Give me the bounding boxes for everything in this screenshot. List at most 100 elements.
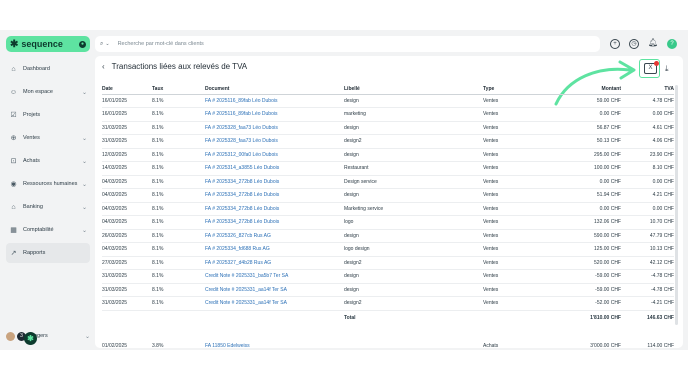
- table-row[interactable]: 01/02/2025 3.8% FA 11850 Edelweiss Achats 3'…: [102, 339, 674, 348]
- search-placeholder: Recherche par mot-clé dans clients: [117, 41, 204, 47]
- search-input[interactable]: ⌕ ⌄ Recherche par mot-clé dans clients: [95, 36, 600, 52]
- cell-taux: 8.1%: [152, 175, 205, 189]
- sidebar-item-projets[interactable]: ☑ Projets: [6, 105, 90, 125]
- brand-menu-icon[interactable]: ●: [79, 40, 86, 48]
- back-arrow-icon[interactable]: ‹: [102, 62, 105, 71]
- table-row[interactable]: 04/03/2025 8.1% FA # 2025334_272b8 Léo Dub…: [102, 215, 674, 230]
- sidebar-item-rapports[interactable]: ↗ Rapports: [6, 243, 90, 263]
- check-square-icon: ☑: [10, 112, 17, 119]
- sidebar-item-banking[interactable]: ⌂ Banking ⌄: [6, 197, 90, 217]
- brand-logo[interactable]: ✱ sequence ●: [6, 36, 90, 52]
- cell-taux: 8.1%: [152, 107, 205, 122]
- cell-montant: 0.00 CHF: [549, 175, 621, 189]
- cell-taux: 8.1%: [152, 121, 205, 135]
- cell-type: Ventes: [483, 148, 549, 162]
- cell-document-link[interactable]: Credit Note # 2025331_aa14f Ter SA: [205, 283, 344, 297]
- cell-document-link[interactable]: FA # 2025116_89fab Léo Dubois: [205, 94, 344, 108]
- cell-tva: 114.00 CHF: [621, 339, 674, 348]
- search-icon: ⌕: [100, 40, 104, 47]
- download-icon[interactable]: ⤓: [665, 64, 669, 74]
- cell-montant: 520.00 CHF: [549, 256, 621, 270]
- sidebar-item-ventes[interactable]: ⊕ Ventes ⌄: [6, 128, 90, 148]
- add-icon[interactable]: +: [610, 39, 620, 49]
- chevron-down-icon[interactable]: ⌄: [105, 41, 109, 47]
- cell-document-link[interactable]: FA # 2025116_89fab Léo Dubois: [205, 107, 344, 122]
- table-row[interactable]: 31/03/2025 8.1% FA # 2025328_faa73 Léo Dub…: [102, 121, 674, 135]
- sidebar-item-label: Dashboard: [23, 66, 50, 72]
- cell-document-link[interactable]: FA # 2025314_a3855 Léo Dubois: [205, 161, 344, 176]
- cell-tva: 4.61 CHF: [621, 121, 674, 135]
- table-row[interactable]: 31/03/2025 8.1% Credit Note # 2025331_ba5b…: [102, 269, 674, 284]
- cell-taux: 8.1%: [152, 269, 205, 284]
- cell-date: 04/03/2025: [102, 242, 152, 257]
- cell-document-link[interactable]: FA # 2025334_272b8 Léo Dubois: [205, 202, 344, 216]
- cell-date: 04/03/2025: [102, 215, 152, 230]
- cell-montant: 132.06 CHF: [549, 215, 621, 230]
- cell-document-link[interactable]: FA # 2025334_272b8 Léo Dubois: [205, 188, 344, 203]
- cell-tva: -4.78 CHF: [621, 283, 674, 297]
- sidebar-item-label: Mon espace: [23, 89, 53, 95]
- table-row[interactable]: 31/03/2025 8.1% Credit Note # 2025331_aa14…: [102, 283, 674, 297]
- sidebar-item-ressources-humaines[interactable]: ◉ Ressources humaines ⌄: [6, 174, 90, 194]
- cell-document-link[interactable]: FA # 2025312_00fa0 Léo Dubois: [205, 148, 344, 162]
- sidebar-item-comptabilit-[interactable]: ▦ Comptabilité ⌄: [6, 220, 90, 240]
- cell-document-link[interactable]: FA # 2025334_fd688 Rus AG: [205, 242, 344, 257]
- table-row[interactable]: 31/03/2025 8.1% Credit Note # 2025331_aa14…: [102, 296, 674, 311]
- cell-montant: 295.00 CHF: [549, 148, 621, 162]
- cell-document-link[interactable]: Credit Note # 2025331_ba5b7 Ter SA: [205, 269, 344, 284]
- cell-taux: 8.1%: [152, 188, 205, 203]
- sidebar: ✱ sequence ● ⌂ Dashboard ☺ Mon espace ⌄ ☑ Proj…: [6, 36, 90, 348]
- people-icon: ◉: [10, 181, 17, 188]
- col-header-montant[interactable]: Montant: [549, 85, 621, 95]
- cell-document-link[interactable]: FA # 2025326_827cb Rus AG: [205, 229, 344, 243]
- table-row[interactable]: 04/03/2025 8.1% FA # 2025334_272b8 Léo Dub…: [102, 188, 674, 203]
- sidebar-item-label: Projets: [23, 112, 41, 118]
- table-row[interactable]: 27/03/2025 8.1% FA # 2025327_d4b28 Rus AG d…: [102, 256, 674, 270]
- cell-document-link[interactable]: FA # 2025328_faa73 Léo Dubois: [205, 121, 344, 135]
- table-row[interactable]: 31/03/2025 8.1% FA # 2025328_faa73 Léo Dub…: [102, 134, 674, 149]
- cell-tva: 0.00 CHF: [621, 202, 674, 216]
- col-header-document[interactable]: Document: [205, 85, 344, 95]
- sidebar-item-label: Comptabilité: [23, 227, 54, 233]
- cell-libelle: design2: [344, 134, 483, 149]
- sidebar-item-dashboard[interactable]: ⌂ Dashboard: [6, 59, 90, 79]
- cell-date: 16/01/2025: [102, 94, 152, 108]
- table-row[interactable]: 16/01/2025 8.1% FA # 2025116_89fab Léo Dub…: [102, 94, 674, 108]
- col-header-date[interactable]: Date: [102, 85, 152, 95]
- history-icon[interactable]: ◷: [629, 39, 639, 49]
- cell-libelle: design: [344, 121, 483, 135]
- col-header-tva[interactable]: TVA: [621, 85, 674, 95]
- col-header-libelle[interactable]: Libellé: [344, 85, 483, 95]
- support-chat-icon[interactable]: ✱: [24, 332, 37, 345]
- table-row[interactable]: 26/03/2025 8.1% FA # 2025326_827cb Rus AG d…: [102, 229, 674, 243]
- cell-document-link[interactable]: FA # 2025334_272b8 Léo Dubois: [205, 215, 344, 230]
- col-header-type[interactable]: Type: [483, 85, 549, 95]
- sidebar-item-mon-espace[interactable]: ☺ Mon espace ⌄: [6, 82, 90, 102]
- user-menu[interactable]: 3 Rogers ⌄: [6, 328, 90, 344]
- export-excel-button[interactable]: X: [644, 61, 659, 74]
- calculator-icon: ▦: [10, 227, 17, 234]
- cell-document-link[interactable]: Credit Note # 2025331_aa14f Ter SA: [205, 296, 344, 311]
- table-row[interactable]: 04/03/2025 8.1% FA # 2025334_272b8 Léo Dub…: [102, 175, 674, 189]
- table-row[interactable]: 12/03/2025 8.1% FA # 2025312_00fa0 Léo Dub…: [102, 148, 674, 162]
- sidebar-item-achats[interactable]: ⊡ Achats ⌄: [6, 151, 90, 171]
- cell-montant: -59.00 CHF: [549, 269, 621, 284]
- cell-document-link[interactable]: FA # 2025327_d4b28 Rus AG: [205, 256, 344, 270]
- table-row[interactable]: 04/03/2025 8.1% FA # 2025334_272b8 Léo Dub…: [102, 202, 674, 216]
- table-row[interactable]: 14/03/2025 8.1% FA # 2025314_a3855 Léo Dub…: [102, 161, 674, 176]
- cell-libelle: design: [344, 229, 483, 243]
- bell-icon[interactable]: 🔔︎: [648, 39, 658, 49]
- col-header-taux[interactable]: Taux: [152, 85, 205, 95]
- table-row[interactable]: 16/01/2025 8.1% FA # 2025116_89fab Léo Dub…: [102, 107, 674, 122]
- cell-document-link[interactable]: FA 11850 Edelweiss: [205, 339, 344, 348]
- cell-tva: 4.78 CHF: [621, 94, 674, 108]
- cell-document-link[interactable]: FA # 2025328_faa73 Léo Dubois: [205, 134, 344, 149]
- cell-libelle: design: [344, 188, 483, 203]
- total-montant: 1'810.00 CHF: [549, 309, 621, 325]
- help-icon[interactable]: ?: [667, 39, 677, 49]
- cell-date: 12/03/2025: [102, 148, 152, 162]
- table-scrollbar[interactable]: [675, 85, 678, 325]
- cell-document-link[interactable]: FA # 2025334_272b8 Léo Dubois: [205, 175, 344, 189]
- table-row[interactable]: 04/03/2025 8.1% FA # 2025334_fd688 Rus AG l…: [102, 242, 674, 257]
- cell-taux: 8.1%: [152, 94, 205, 108]
